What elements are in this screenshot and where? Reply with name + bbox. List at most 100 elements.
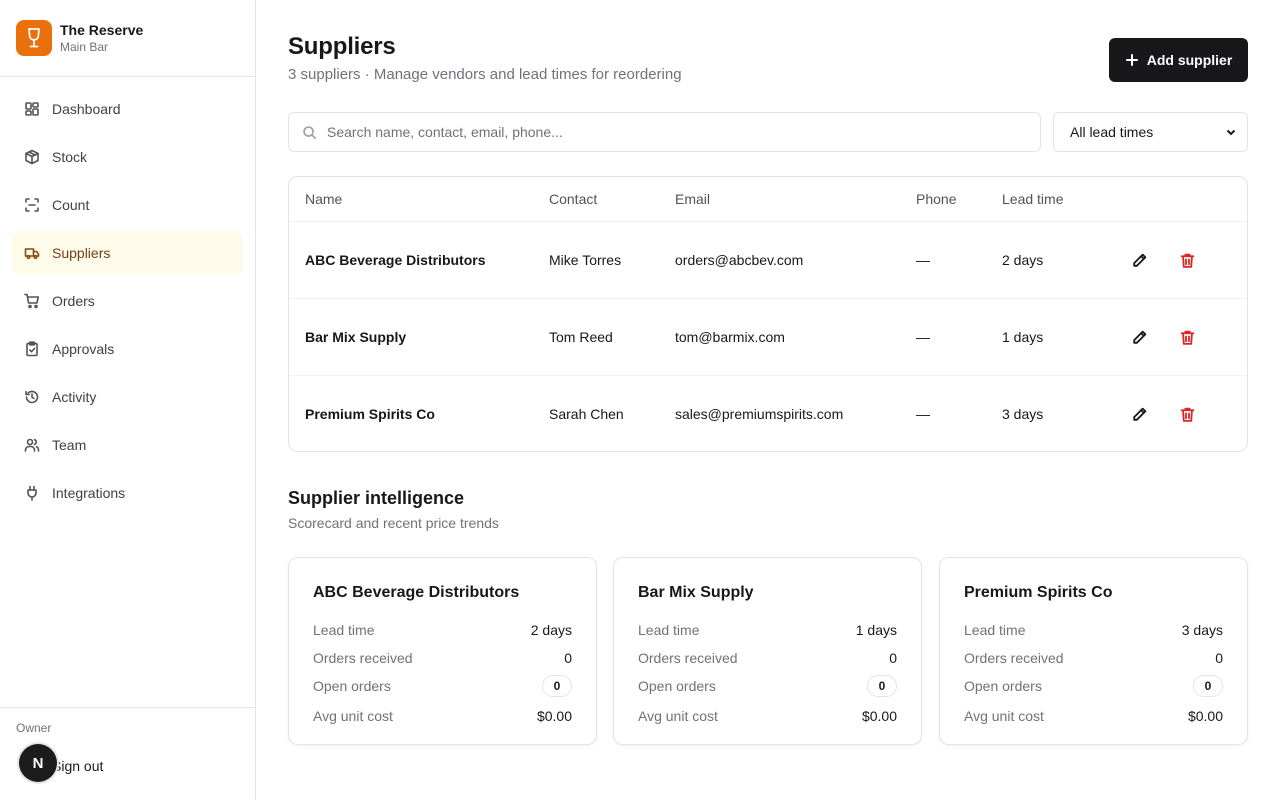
orders-received-value: 0 xyxy=(564,650,572,666)
sidebar-item-label: Team xyxy=(52,437,87,453)
search-field[interactable] xyxy=(288,112,1041,152)
brand-name: The Reserve xyxy=(60,22,144,38)
plus-icon xyxy=(1125,54,1138,66)
trash-icon[interactable] xyxy=(1177,327,1197,347)
orders-received-label: Orders received xyxy=(313,650,413,666)
supplier-email: tom@barmix.com xyxy=(675,329,785,345)
column-header-lead-time: Lead time xyxy=(1002,191,1064,207)
chevron-down-icon xyxy=(1226,129,1236,136)
history-icon xyxy=(24,389,40,405)
lead-time-label: Lead time xyxy=(638,622,700,638)
avg-unit-cost-value: $0.00 xyxy=(1187,708,1223,724)
table-header: Name Contact Email Phone Lead time xyxy=(289,177,1247,222)
page-subtitle: 3 suppliers · Manage vendors and lead ti… xyxy=(288,66,682,83)
open-orders-label: Open orders xyxy=(964,678,1042,694)
lead-time-label: Lead time xyxy=(964,622,1026,638)
avg-unit-cost-label: Avg unit cost xyxy=(638,708,718,724)
column-header-contact: Contact xyxy=(549,191,598,207)
avg-unit-cost-label: Avg unit cost xyxy=(964,708,1044,724)
page-title: Suppliers xyxy=(288,33,396,60)
sidebar-item-label: Stock xyxy=(52,149,88,165)
add-supplier-button[interactable]: Add supplier xyxy=(1109,38,1248,82)
edit-icon[interactable] xyxy=(1129,327,1149,347)
sidebar-item-integrations[interactable]: Integrations xyxy=(12,471,243,515)
lead-time-value: 1 days xyxy=(855,622,897,638)
users-icon xyxy=(24,437,40,453)
sidebar-item-label: Suppliers xyxy=(52,245,111,261)
table-row: ABC Beverage Distributors Mike Torres or… xyxy=(289,222,1247,299)
lead-time-label: Lead time xyxy=(313,622,375,638)
user-role: Owner xyxy=(16,721,52,735)
lead-time-select[interactable]: All lead times xyxy=(1053,112,1248,152)
open-orders-badge: 0 xyxy=(867,675,897,697)
plug-icon xyxy=(24,485,40,501)
orders-received-label: Orders received xyxy=(638,650,738,666)
wine-glass-icon xyxy=(16,20,52,56)
sidebar-item-label: Activity xyxy=(52,389,97,405)
sidebar-item-label: Approvals xyxy=(52,341,115,357)
supplier-card: Premium Spirits Co Lead time 3 days Order… xyxy=(939,557,1248,745)
sidebar-item-label: Orders xyxy=(52,293,95,309)
scan-icon xyxy=(24,197,40,213)
supplier-contact: Tom Reed xyxy=(549,329,613,345)
open-orders-label: Open orders xyxy=(638,678,716,694)
sidebar-item-suppliers[interactable]: Suppliers xyxy=(12,231,243,275)
card-title: ABC Beverage Distributors xyxy=(313,584,520,601)
cart-icon xyxy=(24,293,40,309)
open-orders-label: Open orders xyxy=(313,678,391,694)
sidebar-item-label: Dashboard xyxy=(52,101,121,117)
table-row: Bar Mix Supply Tom Reed tom@barmix.com —… xyxy=(289,299,1247,376)
column-header-email: Email xyxy=(675,191,711,207)
orders-received-value: 0 xyxy=(889,650,897,666)
sidebar-footer: Owner Sign out N xyxy=(0,707,255,800)
sidebar-item-stock[interactable]: Stock xyxy=(12,135,243,179)
sidebar-item-count[interactable]: Count xyxy=(12,183,243,227)
box-icon xyxy=(24,149,40,165)
brand[interactable]: The Reserve Main Bar xyxy=(0,0,255,77)
avg-unit-cost-value: $0.00 xyxy=(536,708,572,724)
clipboard-check-icon xyxy=(24,341,40,357)
section-title: Supplier intelligence xyxy=(288,488,465,508)
open-orders-badge: 0 xyxy=(1193,675,1223,697)
trash-icon[interactable] xyxy=(1177,404,1197,424)
lead-time-value: 3 days xyxy=(1181,622,1223,638)
supplier-lead-time: 3 days xyxy=(1002,406,1044,422)
sign-out-button[interactable]: Sign out xyxy=(52,758,103,774)
avatar[interactable]: N xyxy=(19,744,57,782)
supplier-email: orders@abcbev.com xyxy=(675,252,804,268)
column-header-name: Name xyxy=(305,191,343,207)
open-orders-badge: 0 xyxy=(542,675,572,697)
sidebar-item-label: Integrations xyxy=(52,485,126,501)
orders-received-label: Orders received xyxy=(964,650,1064,666)
sidebar-item-team[interactable]: Team xyxy=(12,423,243,467)
trash-icon[interactable] xyxy=(1177,250,1197,270)
sidebar-item-approvals[interactable]: Approvals xyxy=(12,327,243,371)
sidebar-item-dashboard[interactable]: Dashboard xyxy=(12,87,243,131)
card-title: Premium Spirits Co xyxy=(964,584,1113,601)
lead-time-select-value: All lead times xyxy=(1070,124,1154,140)
supplier-contact: Sarah Chen xyxy=(549,406,624,422)
column-header-phone: Phone xyxy=(916,191,957,207)
sidebar-item-orders[interactable]: Orders xyxy=(12,279,243,323)
supplier-name: Premium Spirits Co xyxy=(305,406,435,422)
supplier-email: sales@premiumspirits.com xyxy=(675,406,844,422)
avg-unit-cost-label: Avg unit cost xyxy=(313,708,393,724)
supplier-contact: Mike Torres xyxy=(549,252,622,268)
supplier-lead-time: 2 days xyxy=(1002,252,1044,268)
add-supplier-label: Add supplier xyxy=(1146,52,1233,68)
supplier-card: Bar Mix Supply Lead time 1 days Orders re… xyxy=(613,557,922,745)
supplier-card: ABC Beverage Distributors Lead time 2 day… xyxy=(288,557,597,745)
supplier-name: Bar Mix Supply xyxy=(305,329,407,345)
edit-icon[interactable] xyxy=(1129,404,1149,424)
search-input[interactable] xyxy=(327,124,1007,140)
edit-icon[interactable] xyxy=(1129,250,1149,270)
sidebar-nav: Dashboard Stock Count Suppliers Orders A… xyxy=(0,77,255,515)
supplier-phone: — xyxy=(916,406,930,422)
search-icon xyxy=(303,125,316,139)
supplier-phone: — xyxy=(916,252,930,268)
supplier-scorecards: ABC Beverage Distributors Lead time 2 day… xyxy=(288,557,1248,745)
sidebar-item-label: Count xyxy=(52,197,90,213)
sidebar: The Reserve Main Bar Dashboard Stock Cou… xyxy=(0,0,256,800)
sidebar-item-activity[interactable]: Activity xyxy=(12,375,243,419)
brand-subtitle: Main Bar xyxy=(60,40,109,54)
